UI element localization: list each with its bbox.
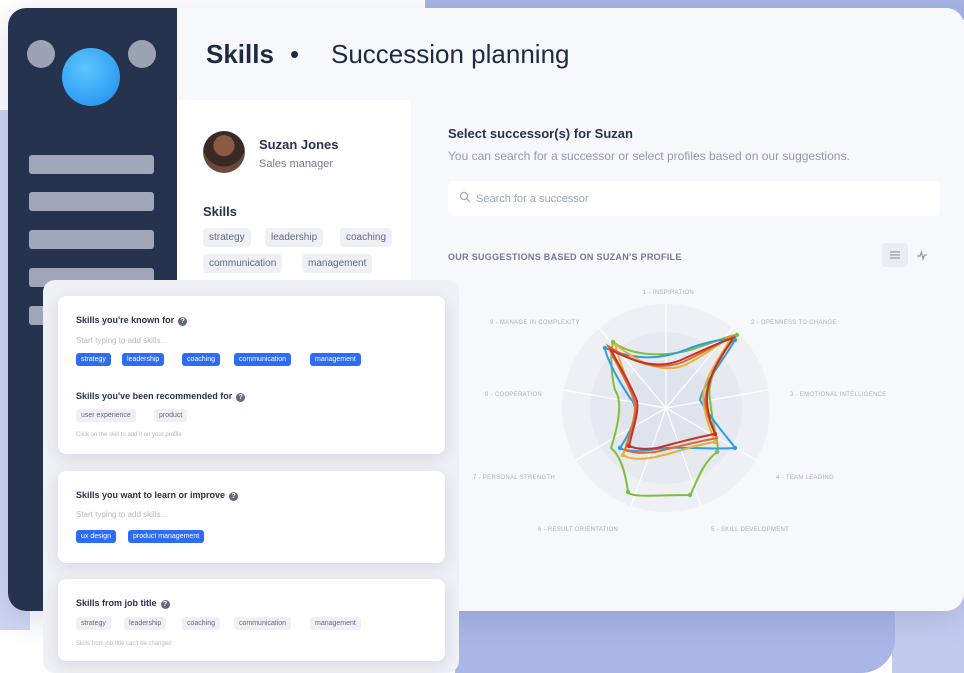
skill-tag[interactable]: ux design [76,530,116,543]
skill-tag[interactable]: management [310,353,361,366]
radar-axis-label: 1 - INSPIRATION [643,290,694,296]
skills-heading: Skills [203,204,237,219]
sidebar-nav-item[interactable] [29,230,154,249]
chart-icon [917,249,927,261]
chart-view-toggle[interactable] [909,243,935,267]
list-view-toggle[interactable] [882,243,908,267]
learn-skills-title: Skills you want to learn or improve? [76,490,239,501]
help-icon[interactable]: ? [160,600,170,609]
skill-tag: coaching [182,617,221,630]
radar-axis-label: 8 - COOPERATION [485,392,542,398]
profile-photo [203,131,245,173]
sidebar-nav-item[interactable] [29,155,154,174]
skill-chip[interactable]: coaching [340,228,393,247]
page-subtitle: Succession planning [331,39,570,69]
page-title: Skills [206,39,274,69]
page-header: Skills • Succession planning [177,8,964,100]
recommended-note: Click on the skill to add it on your pro… [76,432,182,438]
successor-subtitle: You can search for a successor or select… [448,149,850,163]
user-avatar[interactable] [62,48,120,106]
sidebar-dot [27,40,55,68]
skill-tag[interactable]: user experience [76,409,136,422]
radar-axis-label: 5 - SKILL DEVELOPMENT [711,527,789,533]
skill-tag[interactable]: coaching [182,353,221,366]
skill-tag: leadership [124,617,167,630]
skill-tag: strategy [76,617,111,630]
recommended-skills-title: Skills you've been recommended for? [76,391,246,402]
skill-chip[interactable]: communication [203,254,283,273]
job-skills-card: Skills from job title? strategy leadersh… [58,579,445,661]
known-skills-card: Skills you're known for? Start typing to… [58,296,445,454]
sidebar-dot [128,40,156,68]
suggestions-title: OUR SUGGESTIONS BASED ON SUZAN'S PROFILE [448,252,682,262]
search-box[interactable] [448,181,940,216]
radar-axis-label: 6 - RESULT ORIENTATION [538,527,618,533]
learn-skills-card: Skills you want to learn or improve? Sta… [58,471,445,563]
skill-tag[interactable]: strategy [76,353,111,366]
radar-chart: 1 - INSPIRATION 2 - OPENNESS TO CHANGE 3… [473,290,887,533]
title-separator: • [290,39,300,69]
skill-chip[interactable]: leadership [265,228,324,247]
skill-tag: communication [234,617,292,630]
profile-role: Sales manager [259,158,333,170]
skill-tag[interactable]: communication [234,353,292,366]
radar-axis-label: 7 - PERSONAL STRENGTH [473,475,555,481]
skill-tag: management [310,617,361,630]
search-input[interactable] [476,181,916,216]
known-skills-input[interactable]: Start typing to add skills... [76,336,167,345]
radar-axis-label: 2 - OPENNESS TO CHANGE [751,320,837,326]
skill-tag[interactable]: product management [128,530,205,543]
skill-chip[interactable]: management [302,254,373,273]
stage: Skills • Succession planning Suzan Jones… [0,0,964,673]
profile-name: Suzan Jones [259,137,339,152]
skill-chip[interactable]: strategy [203,228,251,247]
radar-axis-label: 3 - EMOTIONAL INTELLIGENCE [790,392,887,398]
help-icon[interactable]: ? [178,317,188,326]
successor-title: Select successor(s) for Suzan [448,126,633,141]
sidebar-nav-item[interactable] [29,192,154,211]
job-skills-note: Skills from job title can't be changed [76,641,172,647]
search-icon [459,191,471,203]
help-icon[interactable]: ? [236,393,246,402]
job-skills-title: Skills from job title? [76,598,170,609]
radar-axis-label: 4 - TEAM LEADING [776,475,834,481]
list-icon [890,251,900,259]
help-icon[interactable]: ? [229,492,239,501]
skill-tag[interactable]: product [154,409,188,422]
radar-axis-label: 9 - MANAGE IN COMPLEXITY [490,320,580,326]
known-skills-title: Skills you're known for? [76,315,188,326]
learn-skills-input[interactable]: Start typing to add skills... [76,510,167,519]
skill-tag[interactable]: leadership [122,353,165,366]
